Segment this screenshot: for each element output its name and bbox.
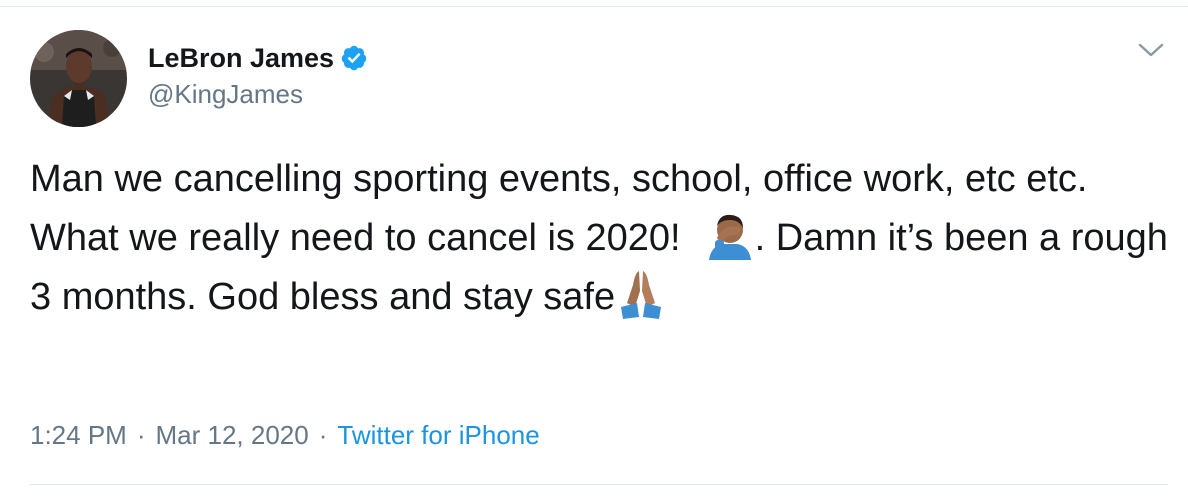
verified-badge-icon [340, 44, 368, 72]
tweet-meta: 1:24 PM · Mar 12, 2020 · Twitter for iPh… [30, 418, 540, 452]
tweet-text: Man we cancelling sporting events, schoo… [30, 150, 1170, 326]
tweet-date[interactable]: Mar 12, 2020 [156, 418, 309, 452]
tweet-time[interactable]: 1:24 PM [30, 418, 127, 452]
chevron-down-icon[interactable] [1136, 38, 1166, 62]
meta-separator: · [136, 420, 146, 450]
display-name[interactable]: LeBron James [148, 42, 334, 74]
author-header: LeBron James @KingJames [148, 42, 368, 110]
profile-photo-icon [30, 30, 127, 127]
handle[interactable]: @KingJames [148, 78, 368, 110]
avatar[interactable] [30, 30, 127, 127]
facepalm-emoji-icon [703, 208, 755, 260]
name-row: LeBron James [148, 42, 368, 74]
tweet-source-link[interactable]: Twitter for iPhone [337, 418, 539, 452]
folded-hands-emoji-icon [615, 267, 667, 319]
bottom-divider [30, 484, 1168, 485]
meta-separator: · [318, 420, 328, 450]
top-divider [0, 6, 1188, 7]
